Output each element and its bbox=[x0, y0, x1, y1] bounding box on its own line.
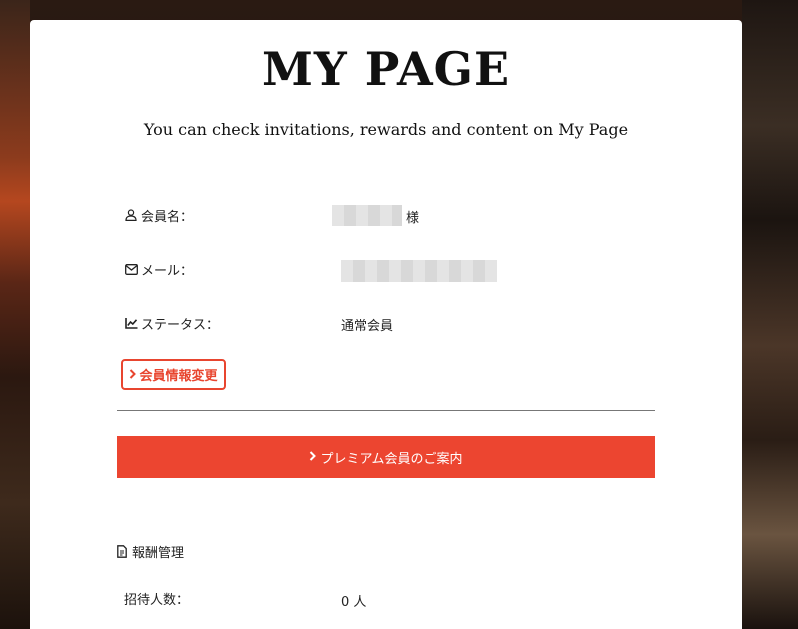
rewards-heading-label: 報酬管理 bbox=[132, 546, 185, 561]
section-divider bbox=[117, 410, 655, 411]
user-icon bbox=[124, 208, 138, 222]
page-subtitle: You can check invitations, rewards and c… bbox=[143, 120, 629, 139]
rewards-heading: 報酬管理 bbox=[117, 542, 184, 561]
email-label: メール： bbox=[141, 263, 194, 279]
premium-membership-label: プレミアム会員のご案内 bbox=[320, 451, 463, 467]
email-row: メール： bbox=[124, 258, 193, 280]
chevron-right-icon bbox=[129, 368, 137, 382]
invited-count-row: 招待人数： bbox=[124, 587, 189, 609]
mypage-card: MY PAGE You can check invitations, rewar… bbox=[30, 20, 742, 629]
page-title: MY PAGE bbox=[261, 42, 511, 96]
member-name-suffix: 様 bbox=[406, 211, 420, 226]
member-name-label: 会員名： bbox=[141, 209, 194, 225]
status-row: ステータス： bbox=[124, 312, 219, 334]
invited-count-value: 0 人 bbox=[341, 595, 367, 610]
chevron-right-icon bbox=[309, 450, 317, 464]
background-photo-left bbox=[0, 0, 30, 629]
background-photo-right bbox=[742, 0, 798, 629]
premium-membership-button[interactable]: プレミアム会員のご案内 bbox=[117, 436, 655, 478]
file-invoice-icon bbox=[117, 544, 129, 559]
envelope-icon bbox=[124, 262, 138, 276]
edit-profile-label: 会員情報変更 bbox=[139, 369, 218, 384]
chart-line-icon bbox=[124, 316, 138, 330]
invited-count-label: 招待人数： bbox=[124, 592, 190, 608]
edit-profile-button[interactable]: 会員情報変更 bbox=[121, 359, 226, 390]
email-value-redacted bbox=[341, 260, 497, 282]
member-name-row: 会員名： bbox=[124, 204, 193, 226]
member-name-value-redacted bbox=[332, 205, 402, 226]
status-value: 通常会員 bbox=[341, 319, 394, 334]
status-label: ステータス： bbox=[141, 317, 220, 333]
